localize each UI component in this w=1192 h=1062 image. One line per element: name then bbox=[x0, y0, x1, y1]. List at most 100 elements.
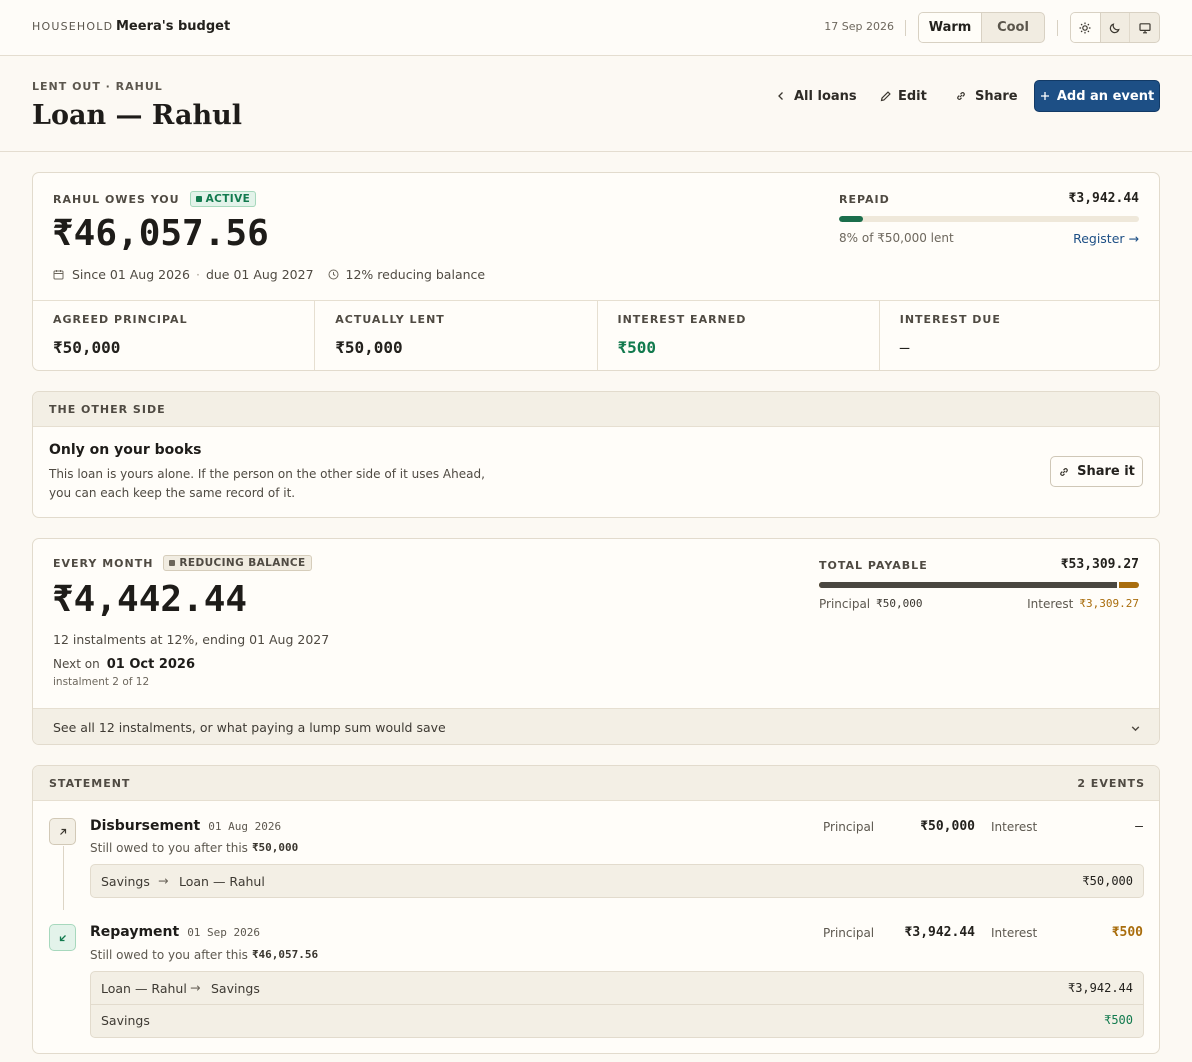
household-label: HOUSEHOLD bbox=[32, 20, 114, 33]
ledger-leg: Savings ₹500 bbox=[91, 1005, 1143, 1037]
stat-interest-earned: INTEREST EARNED ₹500 bbox=[598, 301, 880, 370]
instalments-expander[interactable]: See all 12 instalments, or what paying a… bbox=[33, 708, 1159, 744]
share-it-button[interactable]: Share it bbox=[1050, 456, 1143, 487]
interest-value: ₹3,309.27 bbox=[1079, 597, 1139, 610]
system-mode-button[interactable] bbox=[1130, 13, 1159, 42]
chevron-left-icon bbox=[778, 92, 783, 100]
status-badge: ACTIVE bbox=[189, 191, 257, 207]
stat-interest-due: INTEREST DUE — bbox=[880, 301, 1159, 370]
owed-after-row: Still owed to you after this ₹50,000 bbox=[90, 841, 298, 855]
share-it-label: Share it bbox=[1077, 464, 1135, 479]
principal-label: Principal bbox=[823, 820, 875, 834]
divider bbox=[1057, 20, 1058, 36]
event-type[interactable]: Disbursement bbox=[90, 818, 200, 834]
owed-after-label: Still owed to you after this bbox=[90, 841, 248, 855]
section-label: THE OTHER SIDE bbox=[49, 403, 166, 416]
ledger-legs: Loan — Rahul → Savings ₹3,942.44 Savings… bbox=[90, 971, 1144, 1038]
other-side-heading: Only on your books bbox=[49, 442, 202, 458]
separator-dot: · bbox=[195, 267, 200, 282]
leg-from: Savings bbox=[101, 1013, 150, 1028]
theme-warm-option[interactable]: Warm bbox=[919, 13, 982, 42]
timeline-line bbox=[63, 846, 64, 910]
schedule-summary: 12 instalments at 12%, ending 01 Aug 202… bbox=[53, 632, 330, 647]
event-interest: ₹500 bbox=[1111, 925, 1143, 940]
stat-value: ₹50,000 bbox=[53, 338, 121, 357]
principal-label: Principal bbox=[819, 597, 871, 611]
theme-cool-option[interactable]: Cool bbox=[982, 13, 1044, 42]
owed-after-row: Still owed to you after this ₹46,057.56 bbox=[90, 948, 318, 962]
divider bbox=[905, 20, 906, 36]
loan-stats-row: AGREED PRINCIPAL ₹50,000 ACTUALLY LENT ₹… bbox=[33, 300, 1159, 370]
stat-agreed-principal: AGREED PRINCIPAL ₹50,000 bbox=[33, 301, 316, 370]
arrow-down-left-icon bbox=[59, 934, 66, 941]
principal-share-fill bbox=[819, 582, 1120, 588]
arrow-up-right-icon bbox=[59, 828, 66, 835]
badge-dot bbox=[169, 560, 176, 566]
all-loans-label: All loans bbox=[794, 88, 857, 104]
share-button[interactable]: Share bbox=[955, 80, 1018, 112]
disbursement-marker bbox=[49, 818, 76, 845]
schedule-card: EVERY MONTH REDUCING BALANCE ₹4,442.44 1… bbox=[32, 538, 1160, 745]
dark-mode-button[interactable] bbox=[1101, 13, 1131, 42]
stat-value: ₹500 bbox=[617, 338, 657, 357]
loan-terms-row: Since 01 Aug 2026 · due 01 Aug 2027 12% … bbox=[53, 267, 485, 282]
current-date: 17 Sep 2026 bbox=[824, 20, 894, 33]
other-side-line: This loan is yours alone. If the person … bbox=[49, 467, 485, 481]
share-label: Share bbox=[975, 88, 1018, 104]
repaid-progress-fill bbox=[839, 216, 863, 222]
owed-after-value: ₹50,000 bbox=[251, 841, 299, 854]
reducing-balance-badge: REDUCING BALANCE bbox=[163, 555, 312, 571]
next-label: Next on bbox=[53, 657, 100, 671]
status-dot bbox=[195, 196, 202, 202]
principal-label: Principal bbox=[823, 926, 875, 940]
event-date: 01 Sep 2026 bbox=[187, 926, 261, 939]
theme-switch: Warm Cool bbox=[918, 12, 1045, 43]
expander-text: See all 12 instalments, or what paying a… bbox=[53, 720, 446, 735]
all-loans-link[interactable]: All loans bbox=[776, 80, 857, 112]
every-month-label: EVERY MONTH bbox=[53, 556, 154, 570]
total-payable-amount: ₹53,309.27 bbox=[1060, 557, 1139, 572]
section-header: STATEMENT 2 EVENTS bbox=[33, 766, 1159, 801]
loan-eyebrow: LENT OUT · RAHUL bbox=[32, 80, 163, 93]
owes-label: RAHUL OWES YOU bbox=[53, 192, 180, 206]
register-link[interactable]: Register → bbox=[1073, 231, 1139, 246]
add-event-button[interactable]: Add an event bbox=[1034, 80, 1160, 112]
schedule-label-row: EVERY MONTH REDUCING BALANCE bbox=[53, 555, 312, 571]
top-bar: HOUSEHOLD Meera's budget 17 Sep 2026 War… bbox=[0, 0, 1192, 56]
event-type[interactable]: Repayment bbox=[90, 924, 179, 940]
interest-breakdown: Interest ₹3,309.27 bbox=[1027, 597, 1139, 611]
principal-value: ₹50,000 bbox=[876, 597, 923, 610]
interest-label: Interest bbox=[1027, 597, 1074, 611]
section-header: THE OTHER SIDE bbox=[33, 392, 1159, 427]
badge-label: REDUCING BALANCE bbox=[179, 557, 306, 569]
light-mode-button[interactable] bbox=[1071, 13, 1101, 42]
owed-after-label: Still owed to you after this bbox=[90, 948, 248, 962]
leg-to: Loan — Rahul bbox=[179, 874, 265, 889]
budget-name[interactable]: Meera's budget bbox=[116, 19, 230, 34]
edit-label: Edit bbox=[898, 88, 927, 104]
total-payable-label: TOTAL PAYABLE bbox=[819, 559, 928, 572]
leg-from: Loan — Rahul bbox=[101, 981, 187, 996]
leg-arrow: → bbox=[158, 873, 169, 888]
monitor-icon bbox=[1139, 22, 1151, 33]
statement-card: STATEMENT 2 EVENTS Disbursement 01 Aug 2… bbox=[32, 765, 1160, 1054]
link-icon bbox=[1060, 467, 1068, 476]
display-mode-switch bbox=[1070, 12, 1160, 43]
other-side-line: you can each keep the same record of it. bbox=[49, 486, 296, 500]
next-date: 01 Oct 2026 bbox=[106, 657, 196, 672]
repayment-marker bbox=[49, 924, 76, 951]
ledger-leg: Savings → Loan — Rahul ₹50,000 bbox=[90, 864, 1144, 898]
stat-label: AGREED PRINCIPAL bbox=[53, 313, 188, 326]
edit-button[interactable]: Edit bbox=[880, 80, 927, 112]
stat-label: INTEREST DUE bbox=[899, 313, 1001, 326]
stat-value: — bbox=[899, 338, 910, 357]
event-interest: — bbox=[1135, 819, 1143, 834]
status-label: ACTIVE bbox=[205, 193, 251, 205]
event-principal: ₹50,000 bbox=[920, 819, 975, 834]
stat-label: INTEREST EARNED bbox=[617, 313, 747, 326]
due-date: due 01 Aug 2027 bbox=[205, 267, 314, 282]
section-label: STATEMENT bbox=[49, 777, 131, 790]
monthly-instalment-amount: ₹4,442.44 bbox=[52, 579, 248, 620]
interest-rate: 12% reducing balance bbox=[345, 267, 486, 282]
leg-arrow: → bbox=[190, 980, 201, 995]
